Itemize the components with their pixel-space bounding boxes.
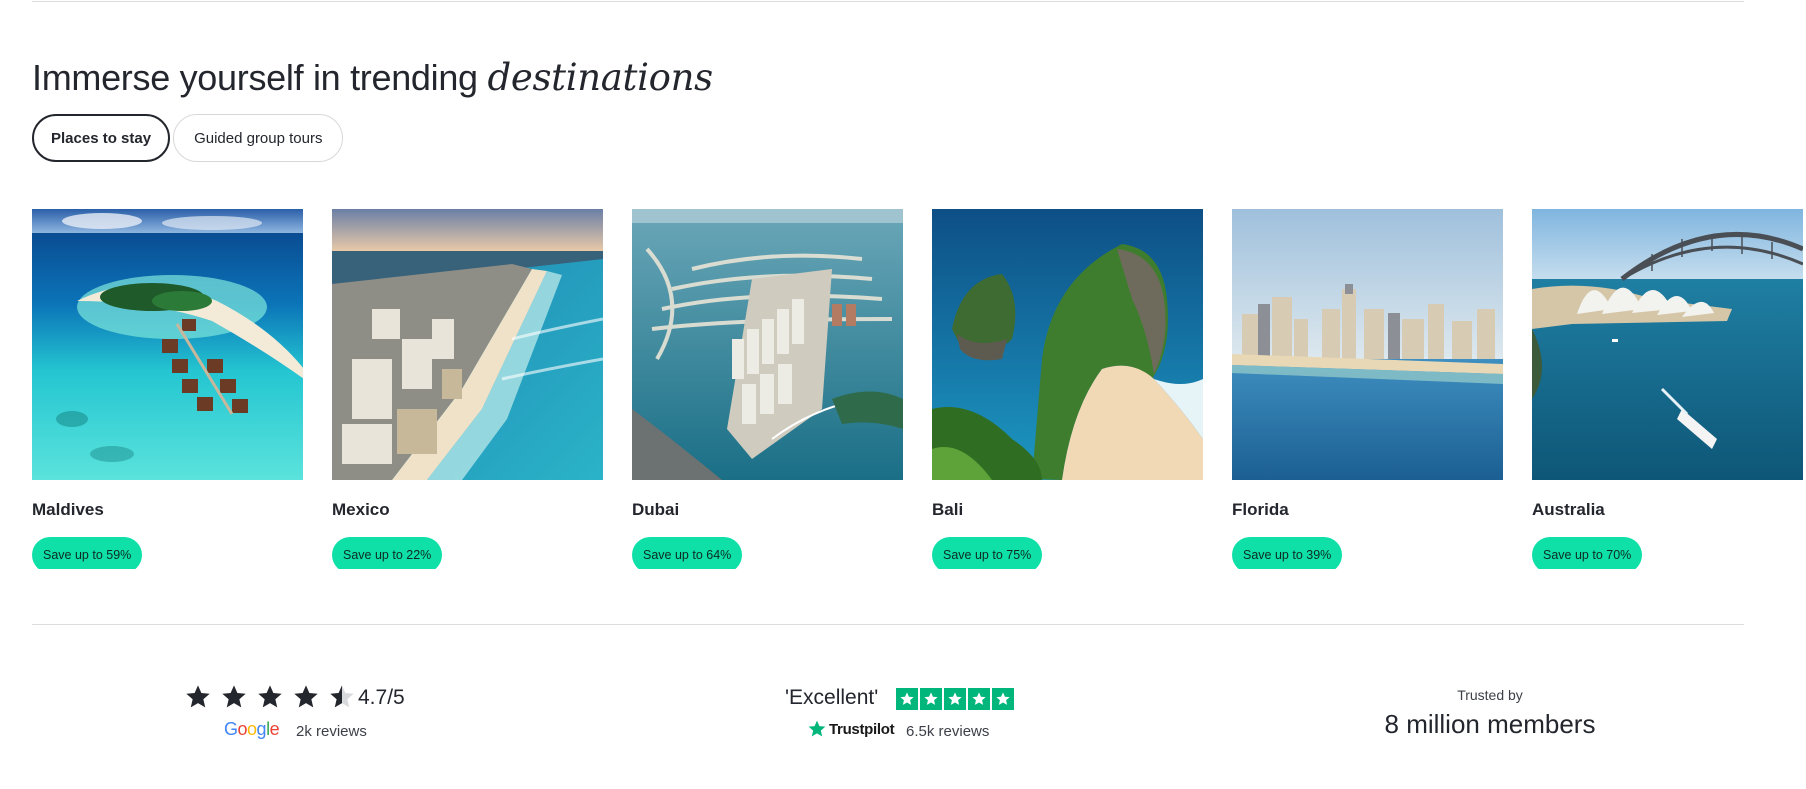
destination-name: Dubai bbox=[632, 500, 680, 519]
google-score: 4.7/5 bbox=[358, 686, 405, 709]
tab-places-to-stay[interactable]: Places to stay bbox=[32, 114, 171, 162]
destination-image-mexico bbox=[332, 209, 603, 480]
discount-badge: Save up to 22% bbox=[332, 537, 443, 569]
destination-card-florida[interactable]: Florida Save up to 39% bbox=[1232, 209, 1503, 569]
destination-card-dubai[interactable]: Dubai Save up to 64% bbox=[632, 209, 903, 569]
star-icon bbox=[294, 685, 318, 708]
destination-name: Florida bbox=[1232, 500, 1289, 519]
member-count: 8 million members bbox=[1384, 709, 1596, 739]
trustpilot-logo-text: Trustpilot bbox=[829, 720, 895, 738]
trustpilot-star-icon bbox=[808, 720, 826, 737]
destination-card-australia[interactable]: Australia Save up to 70% bbox=[1532, 209, 1803, 569]
trustpilot-logo: Trustpilot bbox=[807, 719, 895, 739]
trustpilot-star-icon bbox=[992, 688, 1014, 710]
destination-image-australia bbox=[1532, 209, 1803, 480]
discount-badge: Save up to 75% bbox=[932, 537, 1043, 569]
discount-badge: Save up to 59% bbox=[32, 537, 143, 569]
discount-badge: Save up to 64% bbox=[632, 537, 743, 569]
tab-bar: Places to stay Guided group tours bbox=[32, 114, 344, 162]
destination-card-mexico[interactable]: Mexico Save up to 22% bbox=[332, 209, 603, 569]
destination-image-florida bbox=[1232, 209, 1503, 480]
trustpilot-star-icon bbox=[896, 688, 918, 710]
destination-image-dubai bbox=[632, 209, 903, 480]
discount-badge: Save up to 70% bbox=[1532, 537, 1643, 569]
google-logo: Google bbox=[224, 719, 280, 739]
destination-name: Maldives bbox=[32, 500, 104, 519]
trusted-by-block: Trusted by 8 million members bbox=[1380, 687, 1600, 740]
section-divider bbox=[32, 624, 1744, 625]
section-title-text: Immerse yourself in trending bbox=[32, 57, 488, 98]
google-stars bbox=[184, 683, 356, 711]
discount-badge: Save up to 39% bbox=[1232, 537, 1343, 569]
destination-image-maldives bbox=[32, 209, 303, 480]
section-title: Immerse yourself in trending destination… bbox=[32, 56, 713, 99]
trustpilot-star-icon bbox=[920, 688, 942, 710]
star-icon bbox=[258, 685, 282, 708]
destination-card-maldives[interactable]: Maldives Save up to 59% bbox=[32, 209, 303, 569]
trustpilot-review-count: 6.5k reviews bbox=[906, 723, 990, 740]
trustpilot-star-icon bbox=[968, 688, 990, 710]
destination-card-bali[interactable]: Bali Save up to 75% bbox=[932, 209, 1203, 569]
destination-name: Bali bbox=[932, 500, 964, 519]
trustpilot-stars bbox=[896, 688, 1014, 710]
trustpilot-label: 'Excellent' bbox=[785, 686, 879, 709]
trustpilot-star-icon bbox=[944, 688, 966, 710]
destination-carousel: Maldives Save up to 59% Mexico Save up t… bbox=[32, 209, 1806, 569]
section-title-accent: destinations bbox=[487, 56, 714, 99]
tab-guided-group-tours[interactable]: Guided group tours bbox=[173, 114, 344, 162]
top-divider bbox=[32, 1, 1744, 2]
star-icon bbox=[222, 685, 246, 708]
destination-image-bali bbox=[932, 209, 1203, 480]
destination-name: Australia bbox=[1532, 500, 1605, 519]
destination-name: Mexico bbox=[332, 500, 390, 519]
star-icon bbox=[186, 685, 210, 708]
google-review-count: 2k reviews bbox=[296, 723, 367, 740]
trusted-by-label: Trusted by bbox=[1457, 687, 1523, 703]
half-star-icon bbox=[330, 685, 354, 708]
